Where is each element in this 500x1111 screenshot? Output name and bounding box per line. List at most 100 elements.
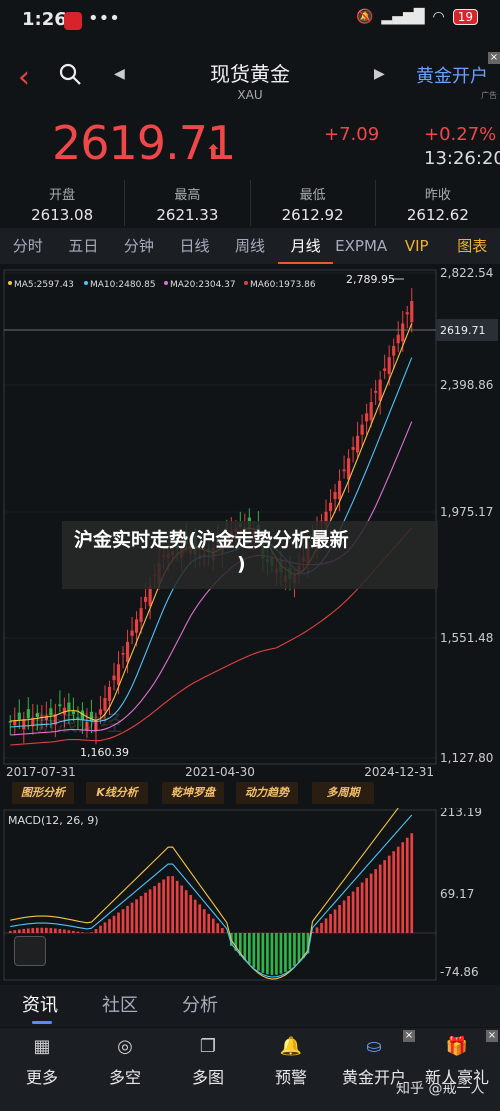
macd-bar xyxy=(135,899,138,933)
candle-body xyxy=(125,641,130,662)
macd-bar xyxy=(252,933,256,968)
macd-bar xyxy=(148,889,152,933)
prev-symbol-icon[interactable]: ◀ xyxy=(114,66,125,82)
nav-long-short[interactable]: ◎ 多空 xyxy=(83,1036,167,1088)
macd-chart[interactable]: MACD(12, 26, 9) 213.19 69.17 -74.86 xyxy=(0,808,500,983)
macd-bar xyxy=(297,933,301,963)
price-change-pct: +0.27% xyxy=(424,124,497,145)
macd-bar xyxy=(211,918,215,933)
candle-body xyxy=(347,458,351,480)
candle-body xyxy=(360,424,364,435)
y-tick-label: 2,398.86 xyxy=(440,378,493,392)
x-tick-label: 2024-12-31 xyxy=(364,765,434,779)
macd-bar xyxy=(189,894,193,933)
macd-bar xyxy=(405,837,409,933)
macd-bar xyxy=(139,896,143,933)
candle-body xyxy=(107,686,112,701)
candle-body xyxy=(103,698,107,711)
stat-open: 开盘 2613.08 xyxy=(0,180,126,226)
trend-circle-icon: ◎ xyxy=(117,1036,133,1057)
header: ‹ ◀ 现货黄金 XAU ▶ 黄金开户 广告 × xyxy=(0,40,500,110)
macd-bar xyxy=(216,923,220,933)
candle-body xyxy=(26,709,30,719)
macd-bar xyxy=(26,928,30,933)
nav-alert[interactable]: 🔔 预警 xyxy=(249,1036,333,1088)
tab-monthly[interactable]: 月线 xyxy=(277,228,334,264)
macd-bar xyxy=(293,933,296,967)
macd-bar xyxy=(58,928,62,933)
nav-multi-chart[interactable]: ❐ 多图 xyxy=(166,1036,250,1088)
wifi-icon: ◠ xyxy=(432,9,445,25)
x-tick-label: 2017-07-31 xyxy=(6,765,76,779)
multi-period-button[interactable]: 多周期 xyxy=(312,782,374,804)
macd-bar xyxy=(35,927,39,933)
back-icon[interactable]: ‹ xyxy=(18,60,30,95)
tab-weekly[interactable]: 周线 xyxy=(222,228,278,264)
up-arrow-icon: ⬆ xyxy=(205,140,222,164)
tab-charts[interactable]: 图表 xyxy=(445,228,500,264)
macd-bar xyxy=(180,885,184,933)
macd-bar xyxy=(90,932,93,933)
candle-body xyxy=(383,368,387,371)
candle-body xyxy=(17,712,21,720)
stat-prev-close: 昨收 2612.62 xyxy=(406,188,469,224)
status-dots: ••• xyxy=(88,8,120,29)
momentum-trend-button[interactable]: 动力趋势 xyxy=(236,782,298,804)
nav-more[interactable]: ▦ 更多 xyxy=(0,1036,84,1088)
pattern-analysis-button[interactable]: 图形分析 xyxy=(12,782,74,804)
mute-icon: 🔕 xyxy=(355,9,374,25)
macd-bar xyxy=(315,927,319,933)
bell-icon: 🔔 xyxy=(279,1036,303,1057)
status-time: 1:26 xyxy=(22,9,67,30)
tab-news[interactable]: 资讯 xyxy=(22,991,58,1017)
tab-daily[interactable]: 日线 xyxy=(167,228,223,264)
close-promo-icon[interactable]: × xyxy=(403,1030,415,1042)
tab-intraday[interactable]: 分时 xyxy=(0,228,56,264)
compass-button[interactable]: 乾坤罗盘 xyxy=(162,782,224,804)
tab-expma[interactable]: EXPMA xyxy=(333,228,389,264)
chart-frame xyxy=(3,269,437,765)
open-account-button[interactable]: 黄金开户 xyxy=(416,62,488,88)
macd-bar xyxy=(162,879,165,933)
macd-bar xyxy=(270,933,274,975)
battery-icon: 19 xyxy=(452,9,478,25)
tab-vip[interactable]: VIP xyxy=(389,228,445,264)
macd-bar xyxy=(329,913,332,933)
stat-high: 最高 2621.33 xyxy=(125,180,251,226)
x-ticks: 2017-07-31 2021-04-30 2024-12-31 xyxy=(6,765,434,779)
page-title: 现货黄金 xyxy=(210,62,290,86)
macd-bar xyxy=(67,930,71,933)
macd-bar xyxy=(342,900,346,933)
current-price-label: 2619.71 xyxy=(440,324,486,337)
kline-analysis-button[interactable]: K线分析 xyxy=(86,782,148,804)
close-ad-icon[interactable]: × xyxy=(488,52,500,64)
macd-bar xyxy=(383,860,387,933)
macd-bar xyxy=(171,876,175,933)
ma-legend: MA5:2597.43 MA10:2480.85 MA20:2304.37 MA60:… xyxy=(8,280,316,290)
candle-body xyxy=(134,619,139,633)
macd-bar xyxy=(266,933,269,975)
side-panel-icon[interactable] xyxy=(14,936,46,966)
macd-bar xyxy=(284,933,287,972)
close-promo-icon-2[interactable]: × xyxy=(486,1030,498,1042)
macd-bar xyxy=(54,928,57,933)
x-tick-label: 2021-04-30 xyxy=(185,765,255,779)
macd-bar xyxy=(22,928,26,933)
search-icon[interactable] xyxy=(58,62,82,86)
tab-five-day[interactable]: 五日 xyxy=(56,228,112,264)
macd-bar xyxy=(392,851,396,933)
low-label: 1,160.39 xyxy=(80,746,129,759)
macd-bar xyxy=(288,933,292,970)
y-tick-label: 1,127.80 xyxy=(440,751,493,765)
next-symbol-icon[interactable]: ▶ xyxy=(374,66,385,82)
tab-minute[interactable]: 分钟 xyxy=(111,228,167,264)
macd-bar xyxy=(365,878,368,933)
macd-bar xyxy=(166,876,170,933)
macd-bar xyxy=(320,922,323,933)
tab-analysis[interactable]: 分析 xyxy=(182,991,218,1017)
tab-community[interactable]: 社区 xyxy=(102,991,138,1017)
candle-body xyxy=(112,675,116,681)
news-tabs: 资讯 社区 分析 xyxy=(0,985,500,1027)
macd-bar xyxy=(360,882,364,933)
macd-bar xyxy=(117,912,120,933)
